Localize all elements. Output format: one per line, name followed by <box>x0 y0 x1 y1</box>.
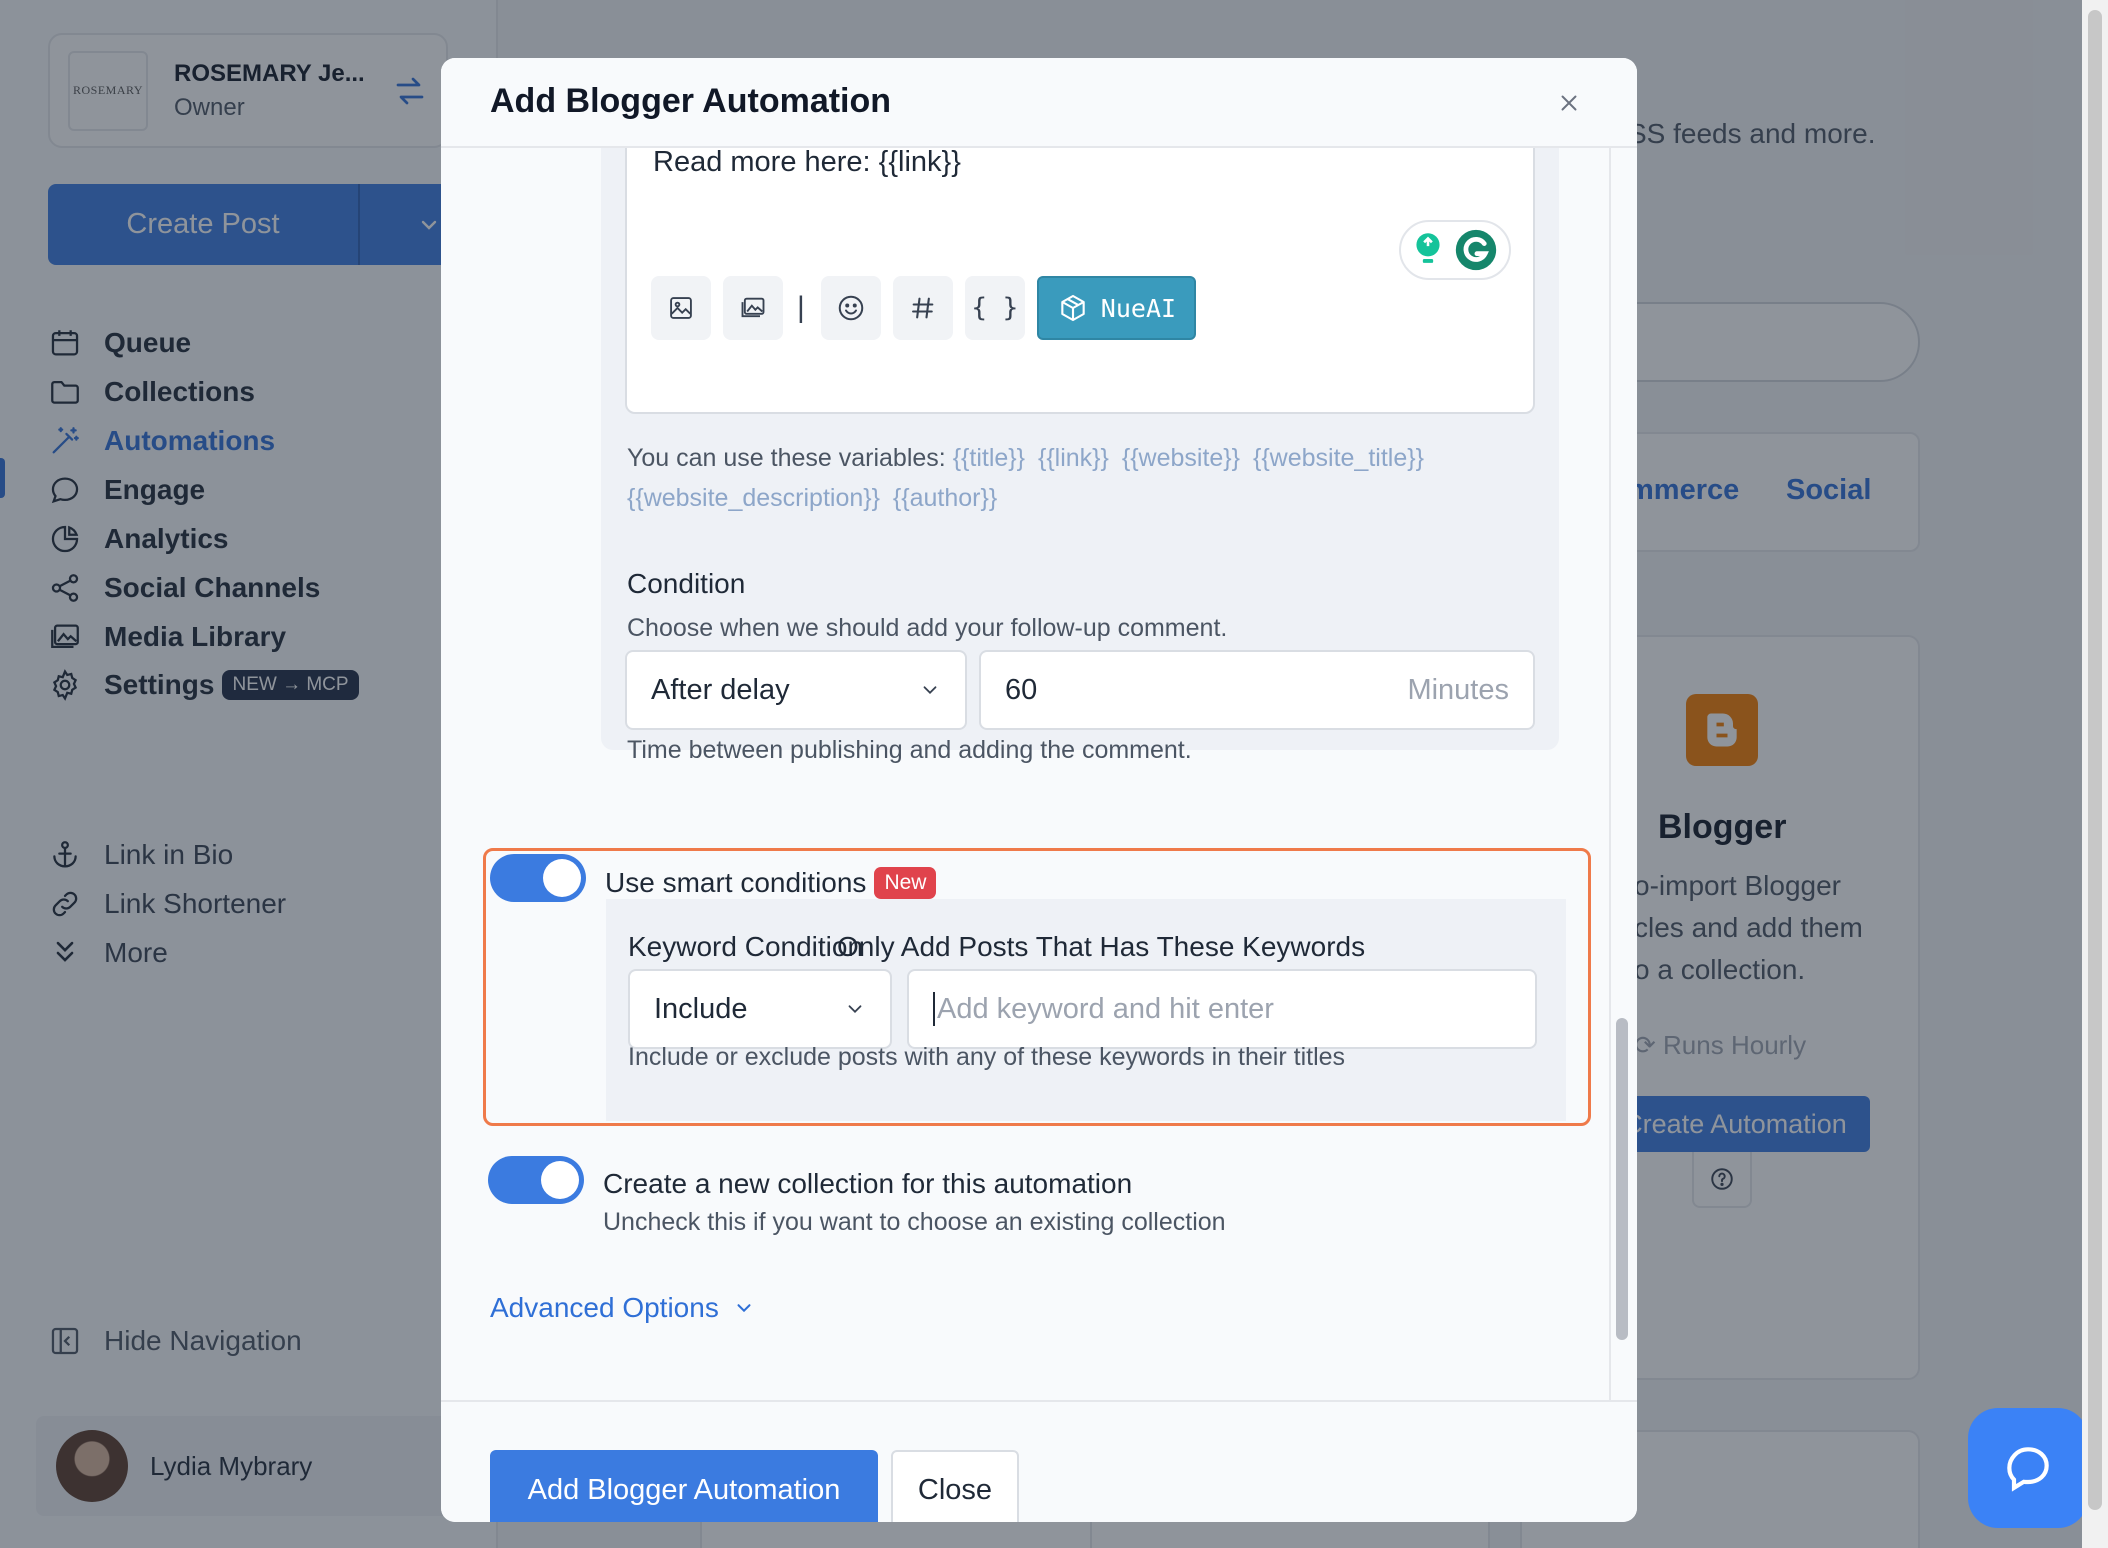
condition-selected: After delay <box>651 673 790 706</box>
emoji-button[interactable] <box>820 276 881 340</box>
text-caret <box>933 992 935 1026</box>
variable-token: {{website}} <box>1121 444 1241 472</box>
smart-conditions-section: Use smart conditions New Keyword Conditi… <box>483 848 1591 1126</box>
add-blogger-automation-button[interactable]: Add Blogger Automation <box>490 1450 878 1522</box>
modal-body: Read more here: {{link}} | {} NueAI You… <box>441 148 1637 1400</box>
toggle-knob <box>543 859 581 897</box>
advanced-options-toggle[interactable]: Advanced Options <box>490 1292 755 1324</box>
new-collection-toggle[interactable] <box>488 1156 584 1204</box>
chevron-down-icon <box>737 1304 751 1313</box>
variables-prefix: You can use these variables: <box>627 444 946 472</box>
add-blogger-automation-modal: Add Blogger Automation Read more here: {… <box>441 58 1637 1522</box>
cube-icon <box>1061 294 1085 322</box>
chevron-down-icon <box>848 1005 862 1014</box>
close-icon[interactable] <box>1556 90 1582 116</box>
chat-icon <box>2007 1447 2049 1492</box>
smart-conditions-title: Use smart conditions New <box>605 867 937 899</box>
toolbar-separator: | <box>797 291 805 324</box>
modal-header: Add Blogger Automation <box>441 58 1637 148</box>
keywords-input[interactable]: Add keyword and hit enter <box>907 969 1537 1049</box>
insert-image-button[interactable] <box>651 276 711 340</box>
hashtag-icon <box>911 297 934 319</box>
variables-help: You can use these variables: {{title}} {… <box>627 438 1527 518</box>
condition-label: Condition <box>627 568 746 599</box>
variable-token: {{website_title}} <box>1252 444 1424 472</box>
keywords-placeholder: Add keyword and hit enter <box>937 992 1274 1025</box>
smart-conditions-label: Use smart conditions <box>605 867 867 898</box>
smiley-icon <box>838 295 864 321</box>
condition-note: Time between publishing and adding the c… <box>627 736 1192 764</box>
support-chat-button[interactable] <box>1968 1408 2088 1528</box>
close-button[interactable]: Close <box>891 1450 1019 1522</box>
new-collection-label: Create a new collection for this automat… <box>603 1168 1133 1199</box>
keyword-condition-label: Keyword Condition <box>628 931 864 962</box>
modal-title: Add Blogger Automation <box>490 82 892 120</box>
condition-help: Choose when we should add your follow-up… <box>627 614 1228 642</box>
grammarly-icon <box>1455 229 1497 271</box>
chevron-down-icon <box>923 686 937 695</box>
smart-conditions-toggle[interactable] <box>490 854 586 902</box>
modal-footer: Add Blogger Automation Close <box>441 1400 1637 1522</box>
variable-token: {{title}} <box>952 444 1026 472</box>
advanced-options-label: Advanced Options <box>490 1292 719 1323</box>
nueai-button[interactable]: NueAI <box>1036 276 1197 340</box>
condition-select[interactable]: After delay <box>625 650 967 730</box>
variable-token: {{author}} <box>892 484 998 512</box>
toggle-knob <box>541 1161 579 1199</box>
variable-token: {{website_description}} <box>627 484 880 512</box>
editor-text[interactable]: Read more here: {{link}} <box>653 148 961 179</box>
comment-editor[interactable]: Read more here: {{link}} | {} NueAI <box>625 148 1535 414</box>
page-scrollbar-thumb[interactable] <box>2088 10 2102 1510</box>
keyword-condition-value: Include <box>654 992 748 1025</box>
modal-scrollbar-thumb[interactable] <box>1616 1018 1628 1340</box>
keyword-condition-select[interactable]: Include <box>628 969 892 1049</box>
images-icon <box>741 297 765 318</box>
image-icon <box>670 297 692 319</box>
new-collection-help: Uncheck this if you want to choose an ex… <box>603 1208 1226 1236</box>
variables-button[interactable]: { } <box>964 276 1025 340</box>
braces-icon: { } <box>971 293 1019 323</box>
editor-toolbar: | { } NueAI <box>651 276 1197 340</box>
hashtag-button[interactable] <box>892 276 953 340</box>
new-badge: New <box>874 867 937 899</box>
keywords-help: Include or exclude posts with any of the… <box>628 1043 1346 1071</box>
delay-unit: Minutes <box>1407 673 1509 706</box>
keywords-label: Only Add Posts That Has These Keywords <box>837 931 1366 962</box>
nueai-label: NueAI <box>1100 293 1177 323</box>
variable-token: {{link}} <box>1037 444 1109 472</box>
delay-value: 60 <box>1005 673 1038 706</box>
grammarly-widget[interactable] <box>1399 220 1511 280</box>
delay-input[interactable]: 60 Minutes <box>979 650 1535 730</box>
lightbulb-icon <box>1416 233 1440 263</box>
media-library-button[interactable] <box>723 276 783 340</box>
